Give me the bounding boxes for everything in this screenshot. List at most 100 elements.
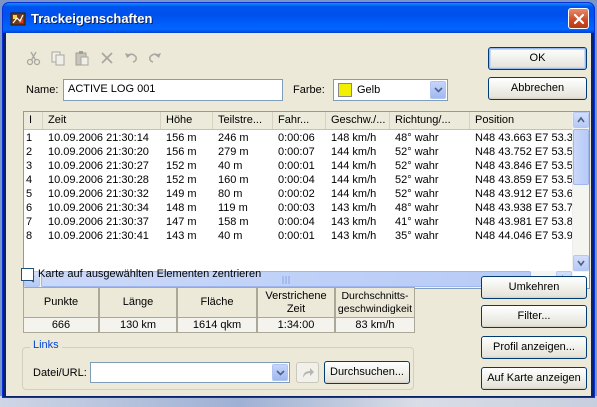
stat-value-length: 130 km: [99, 318, 177, 333]
scissors-icon[interactable]: [26, 50, 42, 66]
cancel-button[interactable]: Abbrechen: [488, 77, 587, 100]
redo-icon[interactable]: [147, 50, 163, 66]
cell-duration: 0:00:04: [278, 216, 315, 228]
col-header-altitude[interactable]: Höhe: [161, 112, 213, 129]
table-row[interactable]: 1 10.09.2006 21:30:14 156 m 246 m 0:00:06 148…: [24, 131, 573, 145]
title-bar[interactable]: Trackeigenschaften: [3, 3, 594, 33]
vertical-scroll-thumb[interactable]: [573, 129, 589, 185]
cell-time: 10.09.2006 21:30:34: [48, 202, 149, 214]
cell-duration: 0:00:03: [278, 202, 315, 214]
center-map-checkbox[interactable]: [21, 268, 34, 281]
cell-index: 2: [26, 146, 33, 158]
cell-altitude: 156 m: [166, 146, 197, 158]
delete-icon[interactable]: [99, 50, 115, 66]
open-link-button[interactable]: [296, 362, 319, 383]
cell-segment: 40 m: [218, 160, 243, 172]
cell-duration: 0:00:01: [278, 230, 315, 242]
table-row[interactable]: 8 10.09.2006 21:30:41 143 m 40 m 0:00:01 143 …: [24, 229, 573, 243]
col-header-direction[interactable]: Richtung/...: [390, 112, 470, 129]
cell-speed: 143 km/h: [331, 216, 377, 228]
stat-header-length: Länge: [99, 287, 177, 318]
show-on-map-button[interactable]: Auf Karte anzeigen: [481, 367, 587, 390]
cell-speed: 144 km/h: [331, 174, 377, 186]
table-row[interactable]: 3 10.09.2006 21:30:27 152 m 40 m 0:00:01 144 …: [24, 159, 573, 173]
col-header-segment[interactable]: Teilstre...: [213, 112, 273, 129]
color-dropdown-arrow[interactable]: [430, 81, 446, 99]
cell-position: N48 44.046 E7 53.9: [475, 230, 573, 242]
dialog-window: Trackeigenschaften OK Abbrechen Name: AC…: [2, 2, 595, 398]
table-row[interactable]: 4 10.09.2006 21:30:28 152 m 160 m 0:00:04 144…: [24, 173, 573, 187]
cell-altitude: 152 m: [166, 174, 197, 186]
center-map-label[interactable]: Karte auf ausgewählten Elementen zentrie…: [38, 268, 261, 280]
browse-button[interactable]: Durchsuchen...: [324, 361, 410, 384]
ok-button[interactable]: OK: [488, 47, 587, 70]
window-title: Trackeigenschaften: [31, 11, 153, 26]
cell-direction: 52° wahr: [395, 174, 439, 186]
cell-direction: 48° wahr: [395, 202, 439, 214]
stat-value-area: 1614 qkm: [177, 318, 257, 333]
col-header-speed[interactable]: Geschw./...: [326, 112, 390, 129]
table-row[interactable]: 6 10.09.2006 21:30:34 148 m 119 m 0:00:03 143…: [24, 201, 573, 215]
cell-index: 7: [26, 216, 33, 228]
color-select[interactable]: Gelb: [333, 79, 448, 101]
close-icon: [573, 13, 585, 25]
cell-segment: 40 m: [218, 230, 243, 242]
cell-direction: 48° wahr: [395, 132, 439, 144]
cell-time: 10.09.2006 21:30:14: [48, 132, 149, 144]
cell-altitude: 152 m: [166, 160, 197, 172]
vertical-scrollbar[interactable]: [572, 112, 589, 272]
name-input[interactable]: ACTIVE LOG 001: [63, 79, 283, 101]
profile-button[interactable]: Profil anzeigen...: [481, 336, 587, 359]
col-header-duration[interactable]: Fahr...: [273, 112, 326, 129]
undo-icon[interactable]: [123, 50, 139, 66]
cell-segment: 80 m: [218, 188, 243, 200]
cell-time: 10.09.2006 21:30:28: [48, 174, 149, 186]
col-header-index[interactable]: I: [24, 112, 43, 129]
chevron-down-icon: [276, 370, 285, 376]
table-row[interactable]: 5 10.09.2006 21:30:32 149 m 80 m 0:00:02 144 …: [24, 187, 573, 201]
stat-value-elapsed: 1:34:00: [257, 318, 335, 333]
trackpoint-table[interactable]: I Zeit Höhe Teilstre... Fahr... Geschw./…: [23, 111, 590, 289]
cell-time: 10.09.2006 21:30:41: [48, 230, 149, 242]
url-label: Datei/URL:: [33, 367, 87, 379]
chevron-down-icon: [577, 260, 585, 267]
cell-speed: 148 km/h: [331, 132, 377, 144]
name-label: Name:: [26, 84, 59, 96]
cell-direction: 35° wahr: [395, 230, 439, 242]
cell-segment: 279 m: [218, 146, 249, 158]
cell-position: N48 43.859 E7 53.5: [475, 174, 573, 186]
cell-index: 8: [26, 230, 33, 242]
cell-segment: 119 m: [218, 202, 248, 214]
table-row[interactable]: 2 10.09.2006 21:30:20 156 m 279 m 0:00:07 144…: [24, 145, 573, 159]
table-row[interactable]: 7 10.09.2006 21:30:37 147 m 158 m 0:00:04 143…: [24, 215, 573, 229]
stat-value-points: 666: [23, 318, 99, 333]
filter-button[interactable]: Filter...: [481, 305, 587, 328]
cell-position: N48 43.846 E7 53.5: [475, 160, 573, 172]
table-header: I Zeit Höhe Teilstre... Fahr... Geschw./…: [24, 112, 573, 130]
cell-time: 10.09.2006 21:30:20: [48, 146, 149, 158]
col-header-position[interactable]: Position: [470, 112, 573, 129]
cell-index: 4: [26, 174, 33, 186]
cell-altitude: 149 m: [166, 188, 197, 200]
cell-direction: 41° wahr: [395, 216, 439, 228]
cell-duration: 0:00:02: [278, 188, 315, 200]
cell-time: 10.09.2006 21:30:37: [48, 216, 149, 228]
col-header-time[interactable]: Zeit: [43, 112, 161, 129]
cell-position: N48 43.981 E7 53.8: [475, 216, 573, 228]
scroll-up-button[interactable]: [573, 112, 589, 128]
url-combobox[interactable]: [90, 362, 290, 383]
cell-segment: 158 m: [218, 216, 249, 228]
cell-segment: 160 m: [218, 174, 249, 186]
reverse-button[interactable]: Umkehren: [481, 276, 587, 299]
paste-icon[interactable]: [74, 50, 90, 66]
url-dropdown-arrow[interactable]: [272, 364, 288, 381]
statistics-panel: Punkte Länge Fläche Verstrichene Zeit Du…: [23, 287, 415, 333]
scroll-down-button[interactable]: [573, 255, 589, 271]
arrow-right-icon: [303, 368, 314, 378]
cell-altitude: 147 m: [166, 216, 197, 228]
cell-speed: 143 km/h: [331, 202, 377, 214]
close-button[interactable]: [568, 8, 589, 29]
copy-icon[interactable]: [50, 50, 66, 66]
stat-header-area: Fläche: [177, 287, 257, 318]
chevron-down-icon: [434, 87, 443, 93]
